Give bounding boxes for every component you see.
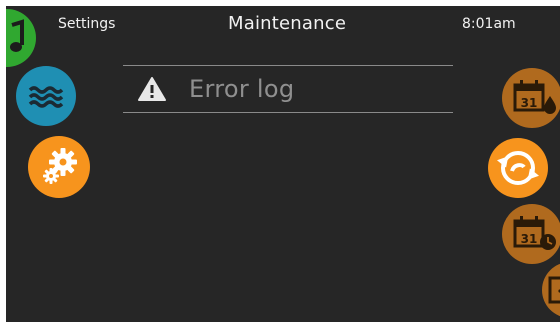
gears-icon [43,148,77,184]
exit-icon [548,276,560,304]
maintenance-screen: Settings Maintenance 8:01am Error log 31… [6,6,560,322]
water-button[interactable] [16,66,76,126]
calendar-day-label: 31 [521,96,538,110]
refresh-icon [496,151,540,185]
exit-button[interactable] [542,262,560,318]
warning-icon [137,76,167,102]
calendar-water-icon: 31 [513,80,556,114]
clock: 8:01am [462,16,516,32]
settings-gears-button[interactable] [28,136,90,198]
refresh-button[interactable] [488,138,548,198]
settings-back-label[interactable]: Settings [58,16,115,32]
music-icon [10,19,24,52]
maintenance-menu: Error log [123,65,453,113]
calendar-clock-icon: 31 [513,216,556,250]
water-waves-icon [28,86,64,108]
menu-item-error-log[interactable]: Error log [123,66,453,112]
calendar-day-label: 31 [521,232,538,246]
menu-divider-bottom [123,112,453,113]
music-button[interactable] [6,9,36,67]
page-title: Maintenance [228,13,347,34]
calendar-clock-button[interactable]: 31 [502,204,560,264]
calendar-water-button[interactable]: 31 [502,68,560,128]
error-log-label: Error log [189,75,295,103]
